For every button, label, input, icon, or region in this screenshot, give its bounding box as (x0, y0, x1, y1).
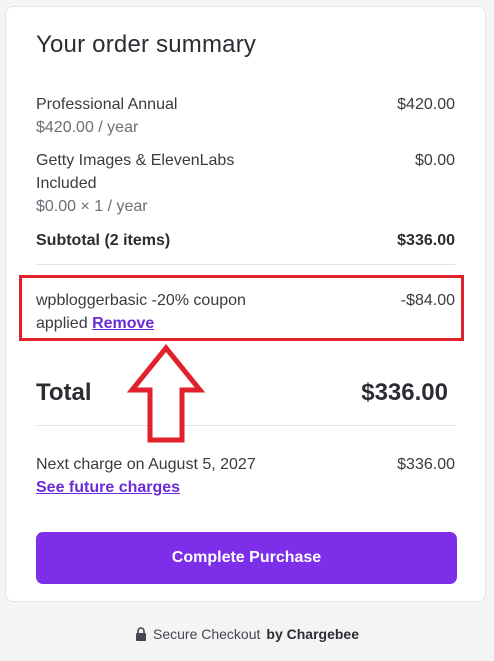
footer: Secure Checkout by Chargebee (0, 626, 494, 642)
next-charge-label: Next charge on August 5, 2027 (36, 456, 256, 473)
lock-icon (136, 627, 146, 641)
chargebee-brand: by Chargebee (266, 626, 359, 642)
total-label: Total (36, 379, 92, 406)
annotation-highlight-box (19, 275, 464, 341)
subtotal-label: Subtotal (2 items) (36, 232, 171, 249)
line-item-meta: $420.00 / year (36, 119, 139, 136)
line-item-meta: $0.00 × 1 / year (36, 198, 148, 215)
annotation-arrow-icon (126, 344, 206, 443)
subtotal-value: $336.00 (397, 232, 455, 249)
line-item-price: $0.00 (414, 152, 455, 169)
line-item-name: Getty Images & ElevenLabs (36, 152, 235, 169)
subtotal-row: Subtotal (2 items) $336.00 (36, 229, 455, 252)
divider (36, 425, 455, 426)
divider (36, 264, 455, 265)
next-charge-value: $336.00 (397, 456, 455, 473)
line-item: Professional Annual $420.00 / year $420.… (36, 93, 455, 139)
page-title: Your order summary (36, 31, 257, 58)
line-item-price: $420.00 (397, 96, 455, 113)
next-charge-row: Next charge on August 5, 2027 See future… (36, 453, 455, 499)
line-item: Getty Images & ElevenLabs Included $0.00… (36, 149, 455, 218)
see-future-charges-link[interactable]: See future charges (36, 479, 180, 496)
line-item-name: Professional Annual (36, 96, 178, 113)
line-item-name-cont: Included (36, 175, 97, 192)
total-value: $336.00 (361, 379, 448, 406)
secure-checkout-text: Secure Checkout (153, 626, 261, 642)
complete-purchase-button[interactable]: Complete Purchase (36, 532, 457, 584)
